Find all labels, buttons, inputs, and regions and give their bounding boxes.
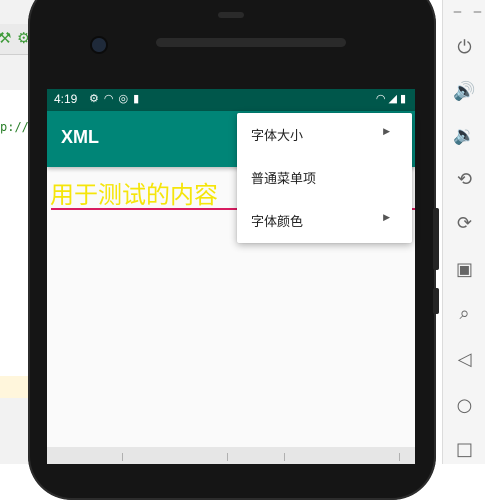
phone-speaker	[156, 38, 346, 47]
battery-icon: ▮	[399, 92, 409, 105]
status-icons-right: ◠◢▮	[376, 92, 409, 105]
zoom-icon[interactable]: ⌕	[443, 296, 485, 330]
menu-item-normal[interactable]: 普通菜单项	[237, 156, 412, 199]
volume-down-icon[interactable]: 🔉	[443, 118, 485, 152]
nav-divider	[122, 453, 123, 461]
phone-side-button[interactable]	[433, 208, 439, 270]
content-text[interactable]: 用于测试的内容	[50, 175, 218, 210]
app-title: XML	[61, 127, 99, 147]
menu-item-label: 字体颜色	[251, 215, 304, 230]
home-icon[interactable]: ○	[443, 388, 485, 422]
nav-divider	[399, 453, 400, 461]
navigation-bar	[47, 447, 415, 464]
submenu-arrow-icon: ▶	[383, 127, 390, 137]
phone-side-button[interactable]	[433, 288, 439, 314]
submenu-arrow-icon: ▶	[383, 213, 390, 223]
camera-icon[interactable]: ▣	[443, 252, 485, 286]
minimize-icon[interactable]: ‒	[453, 4, 462, 20]
gear-icon: ⚙	[89, 92, 104, 105]
signal-icon: ◢	[388, 92, 400, 105]
overview-icon[interactable]: □	[443, 432, 485, 466]
rotate-right-icon[interactable]: ⟳	[443, 206, 485, 240]
menu-item-label: 字体大小	[251, 129, 304, 144]
wifi-icon: ◠	[103, 92, 119, 105]
emulator-toolbar: ‒ ‒ ⏻ 🔊 🔉 ⟲ ⟳ ▣ ⌕ ◁ ○ □	[442, 0, 485, 464]
sd-card-icon: ▮	[133, 92, 145, 105]
status-time: 4:19	[54, 92, 78, 106]
power-icon[interactable]: ⏻	[443, 30, 485, 64]
phone-speaker-top	[218, 12, 244, 18]
wifi-icon: ◠	[375, 92, 389, 105]
close-icon[interactable]: ‒	[473, 4, 482, 20]
menu-item-font-size[interactable]: 字体大小 ▶	[237, 113, 412, 156]
status-bar: 4:19 ⚙◠◎▮ ◠◢▮	[47, 89, 415, 111]
sync-icon: ◎	[118, 92, 134, 105]
status-icons-left: ⚙◠◎▮	[89, 92, 144, 105]
menu-item-font-color[interactable]: 字体颜色 ▶	[237, 199, 412, 242]
overflow-menu: 字体大小 ▶ 普通菜单项 字体颜色 ▶	[237, 113, 412, 243]
nav-divider	[284, 453, 285, 461]
build-icon[interactable]: ⚒	[0, 29, 12, 47]
front-camera-icon	[92, 38, 106, 52]
rotate-left-icon[interactable]: ⟲	[443, 162, 485, 196]
volume-up-icon[interactable]: 🔊	[443, 74, 485, 108]
back-icon[interactable]: ◁	[443, 342, 485, 376]
nav-divider	[227, 453, 228, 461]
menu-item-label: 普通菜单项	[251, 172, 317, 187]
code-line: p://	[0, 120, 29, 134]
